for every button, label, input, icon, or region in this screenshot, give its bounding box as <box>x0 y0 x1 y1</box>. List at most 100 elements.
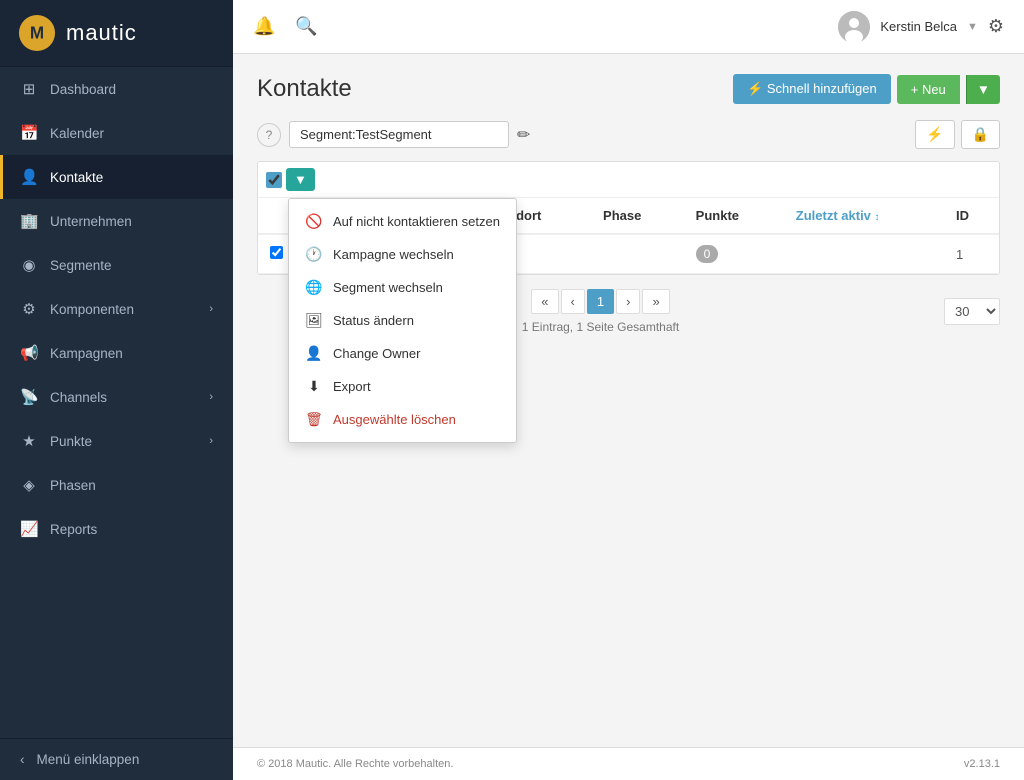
bulk-action-dropdown-menu: 🚫 Auf nicht kontaktieren setzen 🕐 Kampag… <box>288 198 517 443</box>
per-page-select[interactable]: 30 50 100 <box>944 298 1000 325</box>
app-name: mautic <box>66 20 137 46</box>
svg-text:M: M <box>30 24 44 43</box>
sidebar-logo: M mautic <box>0 0 233 67</box>
version: v2.13.1 <box>964 758 1000 770</box>
sidebar-item-label: Komponenten <box>50 302 134 317</box>
filter-input[interactable] <box>289 121 509 148</box>
row-checkbox[interactable] <box>270 246 283 259</box>
gear-icon[interactable]: ⚙ <box>988 16 1004 37</box>
sidebar-item-kontakte[interactable]: 👤 Kontakte <box>0 155 233 199</box>
new-button[interactable]: + Neu <box>897 75 960 104</box>
mautic-logo-icon: M <box>18 14 56 52</box>
main-content: 🔔 🔍 Kerstin Belca ▼ ⚙ Kontakte ⚡ Schnell… <box>233 0 1024 780</box>
sidebar-item-label: Channels <box>50 390 107 405</box>
search-icon[interactable]: 🔍 <box>295 16 317 37</box>
sidebar-bottom: ‹ Menü einklappen <box>0 738 233 780</box>
th-zuletzt-aktiv[interactable]: Zuletzt aktiv ↕ <box>784 198 944 234</box>
not-contact-icon: 🚫 <box>305 213 323 230</box>
per-page-wrapper: 30 50 100 <box>944 298 1000 325</box>
dropdown-item-label: Kampagne wechseln <box>333 247 454 262</box>
kontakte-icon: 👤 <box>20 168 38 186</box>
th-phase[interactable]: Phase <box>591 198 684 234</box>
status-icon: 🖼 <box>305 312 323 329</box>
sidebar-item-kampagnen[interactable]: 📢 Kampagnen <box>0 331 233 375</box>
user-name[interactable]: Kerstin Belca <box>880 19 957 34</box>
row-phase <box>591 234 684 274</box>
next-page-button[interactable]: › <box>616 289 640 314</box>
sidebar-item-unternehmen[interactable]: 🏢 Unternehmen <box>0 199 233 243</box>
bulk-action-dropdown-button[interactable]: ▼ <box>286 168 315 191</box>
dropdown-item-status[interactable]: 🖼 Status ändern <box>289 304 516 337</box>
new-dropdown-button[interactable]: ▼ <box>966 75 1000 104</box>
sidebar-item-label: Punkte <box>50 434 92 449</box>
new-button-label: + Neu <box>911 82 946 97</box>
table-toolbar: ▼ 🚫 Auf nicht kontaktieren setzen 🕐 Kamp… <box>258 162 999 198</box>
filter-action-btn-1[interactable]: ⚡ <box>915 120 954 149</box>
chevron-right-icon: › <box>209 391 213 403</box>
page-footer: © 2018 Mautic. Alle Rechte vorbehalten. … <box>233 747 1024 780</box>
filter-edit-icon[interactable]: ✏ <box>517 125 530 145</box>
prev-page-button[interactable]: ‹ <box>561 289 585 314</box>
th-id[interactable]: ID <box>944 198 999 234</box>
page-header: Kontakte ⚡ Schnell hinzufügen + Neu ▼ <box>257 74 1000 104</box>
collapse-menu-item[interactable]: ‹ Menü einklappen <box>0 739 233 780</box>
dashboard-icon: ⊞ <box>20 80 38 98</box>
sidebar-item-label: Reports <box>50 522 97 537</box>
chevron-right-icon: › <box>209 303 213 315</box>
collapse-label: Menü einklappen <box>37 752 140 767</box>
first-page-button[interactable]: « <box>531 289 558 314</box>
filter-action-btn-2[interactable]: 🔒 <box>961 120 1000 149</box>
sort-icon: ↕ <box>875 212 880 223</box>
row-id: 1 <box>944 234 999 274</box>
channels-icon: 📡 <box>20 388 38 406</box>
komponenten-icon: ⚙ <box>20 300 38 318</box>
topbar: 🔔 🔍 Kerstin Belca ▼ ⚙ <box>233 0 1024 54</box>
sidebar-item-kalender[interactable]: 📅 Kalender <box>0 111 233 155</box>
dropdown-item-export[interactable]: ⬇ Export <box>289 370 516 403</box>
row-punkte: 0 <box>684 234 784 274</box>
sidebar-item-label: Dashboard <box>50 82 116 97</box>
avatar <box>838 11 870 43</box>
dropdown-item-kampagne[interactable]: 🕐 Kampagne wechseln <box>289 238 516 271</box>
select-all-checkbox[interactable] <box>266 172 282 188</box>
reports-icon: 📈 <box>20 520 38 538</box>
sidebar-item-komponenten[interactable]: ⚙ Komponenten › <box>0 287 233 331</box>
last-page-button[interactable]: » <box>642 289 669 314</box>
th-punkte[interactable]: Punkte <box>684 198 784 234</box>
topbar-right: Kerstin Belca ▼ ⚙ <box>838 11 1004 43</box>
sidebar-item-segmente[interactable]: ◉ Segmente <box>0 243 233 287</box>
dropdown-item-label: Segment wechseln <box>333 280 443 295</box>
bell-icon[interactable]: 🔔 <box>253 16 275 37</box>
quick-add-label: ⚡ Schnell hinzufügen <box>747 81 877 97</box>
sidebar-item-punkte[interactable]: ★ Punkte › <box>0 419 233 463</box>
dropdown-item-label: Ausgewählte löschen <box>333 412 456 427</box>
sidebar-item-dashboard[interactable]: ⊞ Dashboard <box>0 67 233 111</box>
quick-add-button[interactable]: ⚡ Schnell hinzufügen <box>733 74 891 104</box>
sidebar-item-label: Kontakte <box>50 170 103 185</box>
delete-icon: 🗑 <box>305 411 323 428</box>
topbar-left: 🔔 🔍 <box>253 16 318 37</box>
dropdown-item-delete[interactable]: 🗑 Ausgewählte löschen <box>289 403 516 436</box>
sidebar-item-channels[interactable]: 📡 Channels › <box>0 375 233 419</box>
filter-help-icon[interactable]: ? <box>257 123 281 147</box>
punkte-icon: ★ <box>20 432 38 450</box>
sidebar-item-label: Phasen <box>50 478 96 493</box>
pagination-info: 1 Eintrag, 1 Seite Gesamthaft <box>522 320 679 334</box>
sidebar-nav: ⊞ Dashboard 📅 Kalender 👤 Kontakte 🏢 Unte… <box>0 67 233 738</box>
sidebar-item-label: Unternehmen <box>50 214 132 229</box>
row-zuletzt-aktiv <box>784 234 944 274</box>
user-dropdown-icon[interactable]: ▼ <box>967 21 978 33</box>
dropdown-item-change-owner[interactable]: 👤 Change Owner <box>289 337 516 370</box>
dropdown-item-not-contact[interactable]: 🚫 Auf nicht kontaktieren setzen <box>289 205 516 238</box>
dropdown-item-segment[interactable]: 🌐 Segment wechseln <box>289 271 516 304</box>
sidebar-item-phasen[interactable]: ◈ Phasen <box>0 463 233 507</box>
owner-icon: 👤 <box>305 345 323 362</box>
current-page-button[interactable]: 1 <box>587 289 614 314</box>
filter-bar: ? ✏ ⚡ 🔒 <box>257 120 1000 149</box>
page-actions: ⚡ Schnell hinzufügen + Neu ▼ <box>733 74 1000 104</box>
sidebar-item-label: Kampagnen <box>50 346 123 361</box>
sidebar-item-reports[interactable]: 📈 Reports <box>0 507 233 551</box>
sidebar-item-label: Segmente <box>50 258 112 273</box>
kampagnen-icon: 📢 <box>20 344 38 362</box>
phasen-icon: ◈ <box>20 476 38 494</box>
